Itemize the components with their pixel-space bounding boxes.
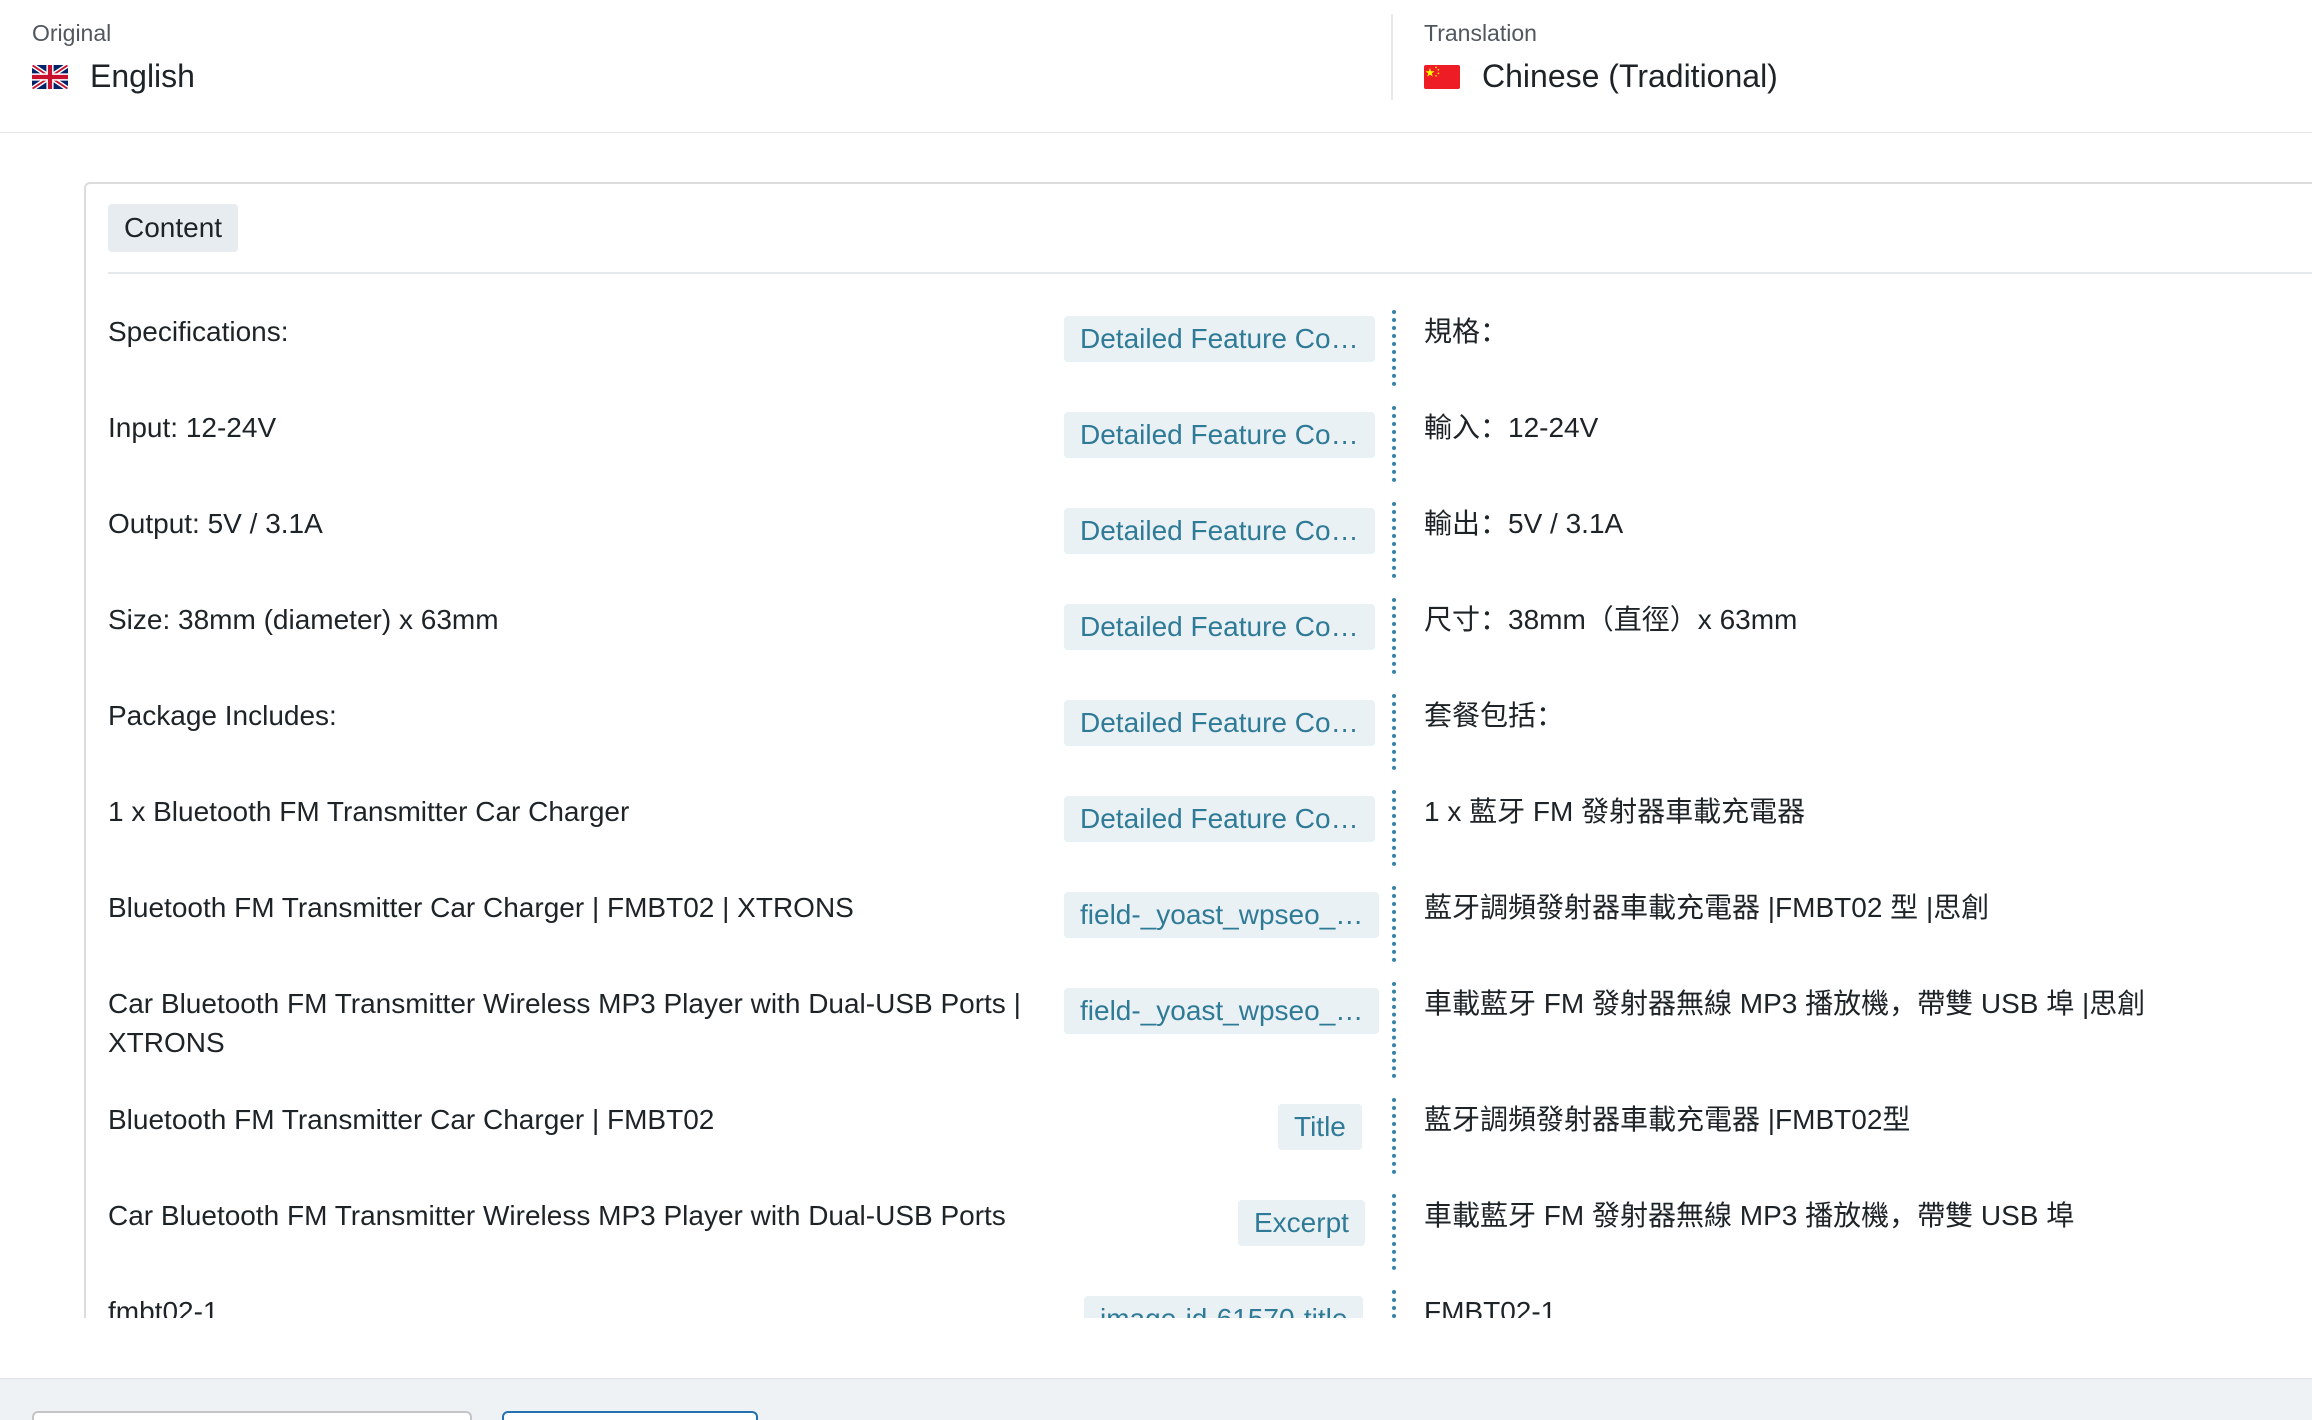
field-tag[interactable]: image-id-61570-title xyxy=(1084,1296,1364,1318)
translation-row: Output: 5V / 3.1A Detailed Feature Co… 輸… xyxy=(86,494,2312,590)
column-divider xyxy=(1392,1290,1396,1318)
column-divider xyxy=(1392,1194,1396,1270)
content-panel: Content Specifications: Detailed Feature… xyxy=(84,182,2312,1318)
translation-row: Car Bluetooth FM Transmitter Wireless MP… xyxy=(86,974,2312,1090)
language-header: Original English Translation Chinese (Tr… xyxy=(0,0,2312,133)
column-divider xyxy=(1392,1098,1396,1174)
translation-row: Bluetooth FM Transmitter Car Charger | F… xyxy=(86,1090,2312,1186)
field-tag[interactable]: Detailed Feature Co… xyxy=(1064,604,1375,650)
translation-row: Car Bluetooth FM Transmitter Wireless MP… xyxy=(86,1186,2312,1282)
translation-content-area[interactable]: Content Specifications: Detailed Feature… xyxy=(0,134,2312,1318)
translated-text[interactable]: 藍牙調頻發射器車載充電器 |FMBT02 型 |思創 xyxy=(1424,888,2312,927)
original-text: 1 x Bluetooth FM Transmitter Car Charger xyxy=(108,796,630,827)
translation-row: Size: 38mm (diameter) x 63mm Detailed Fe… xyxy=(86,590,2312,686)
original-text: Input: 12-24V xyxy=(108,412,277,443)
original-text: Output: 5V / 3.1A xyxy=(108,508,323,539)
translated-text[interactable]: 尺寸：38mm（直徑）x 63mm xyxy=(1424,600,2312,639)
original-text: fmbt02-1 xyxy=(108,1296,219,1318)
translation-language-column: Translation Chinese (Traditional) xyxy=(1424,0,2304,133)
translated-text[interactable]: 1 x 藍牙 FM 發射器車載充電器 xyxy=(1424,792,2312,831)
translation-row: Specifications: Detailed Feature Co… 規格： xyxy=(86,302,2312,398)
field-tag[interactable]: Detailed Feature Co… xyxy=(1064,796,1375,842)
translation-row: fmbt02-1 image-id-61570-title FMBT02-1 xyxy=(86,1282,2312,1318)
footer-toolbar xyxy=(0,1378,2312,1420)
translated-text[interactable]: 規格： xyxy=(1424,312,2312,351)
column-divider xyxy=(1392,790,1396,866)
translated-text[interactable]: 車載藍牙 FM 發射器無線 MP3 播放機，帶雙 USB 埠 |思創 xyxy=(1424,984,2312,1023)
uk-flag-icon xyxy=(32,64,68,89)
field-tag[interactable]: Title xyxy=(1278,1104,1362,1150)
original-language-name: English xyxy=(90,58,195,94)
translated-text[interactable]: 輸出：5V / 3.1A xyxy=(1424,504,2312,543)
footer-secondary-button[interactable] xyxy=(32,1411,472,1420)
original-text: Car Bluetooth FM Transmitter Wireless MP… xyxy=(108,988,1021,1058)
column-divider xyxy=(1392,598,1396,674)
column-divider xyxy=(1392,982,1396,1078)
field-tag[interactable]: field-_yoast_wpseo_… xyxy=(1064,988,1380,1034)
translated-text[interactable]: FMBT02-1 xyxy=(1424,1292,2312,1318)
section-divider xyxy=(108,272,2312,274)
column-divider xyxy=(1392,886,1396,962)
translated-text[interactable]: 套餐包括： xyxy=(1424,696,2312,735)
translation-row: Package Includes: Detailed Feature Co… 套… xyxy=(86,686,2312,782)
original-text: Package Includes: xyxy=(108,700,337,731)
header-divider xyxy=(1391,14,1393,100)
original-text: Car Bluetooth FM Transmitter Wireless MP… xyxy=(108,1200,1006,1231)
translation-row: Input: 12-24V Detailed Feature Co… 輸入：12… xyxy=(86,398,2312,494)
original-text: Bluetooth FM Transmitter Car Charger | F… xyxy=(108,892,854,923)
original-text: Specifications: xyxy=(108,316,289,347)
column-divider xyxy=(1392,310,1396,386)
translation-row: 1 x Bluetooth FM Transmitter Car Charger… xyxy=(86,782,2312,878)
china-flag-icon xyxy=(1424,64,1460,89)
column-divider xyxy=(1392,502,1396,578)
translation-language: Chinese (Traditional) xyxy=(1424,58,1778,95)
original-language-column: Original English xyxy=(32,0,1372,133)
field-tag[interactable]: Detailed Feature Co… xyxy=(1064,508,1375,554)
translation-language-name: Chinese (Traditional) xyxy=(1482,58,1778,94)
translated-text[interactable]: 輸入：12-24V xyxy=(1424,408,2312,447)
original-text: Size: 38mm (diameter) x 63mm xyxy=(108,604,499,635)
section-content-label[interactable]: Content xyxy=(108,204,239,252)
field-tag[interactable]: Excerpt xyxy=(1238,1200,1365,1246)
translation-label: Translation xyxy=(1424,20,1537,46)
original-label: Original xyxy=(32,20,112,46)
footer-primary-button[interactable] xyxy=(502,1411,758,1420)
field-tag[interactable]: Detailed Feature Co… xyxy=(1064,412,1375,458)
translated-text[interactable]: 車載藍牙 FM 發射器無線 MP3 播放機，帶雙 USB 埠 xyxy=(1424,1196,2312,1235)
original-language: English xyxy=(32,58,195,95)
translated-text[interactable]: 藍牙調頻發射器車載充電器 |FMBT02型 xyxy=(1424,1100,2312,1139)
column-divider xyxy=(1392,406,1396,482)
column-divider xyxy=(1392,694,1396,770)
field-tag[interactable]: Detailed Feature Co… xyxy=(1064,316,1375,362)
field-tag[interactable]: Detailed Feature Co… xyxy=(1064,700,1375,746)
field-tag[interactable]: field-_yoast_wpseo_… xyxy=(1064,892,1380,938)
translation-row: Bluetooth FM Transmitter Car Charger | F… xyxy=(86,878,2312,974)
original-text: Bluetooth FM Transmitter Car Charger | F… xyxy=(108,1104,715,1135)
